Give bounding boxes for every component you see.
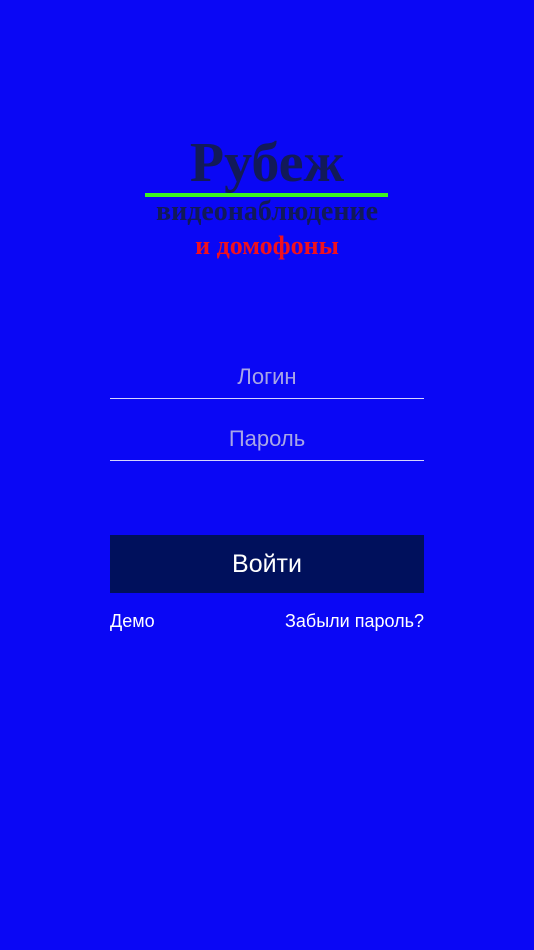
logo-title: Рубеж xyxy=(189,132,345,194)
login-input[interactable] xyxy=(110,355,424,399)
login-button[interactable]: Войти xyxy=(110,535,424,593)
demo-link[interactable]: Демо xyxy=(110,608,155,634)
logo: Рубеж видеонаблюдение и домофоны xyxy=(0,0,534,300)
forgot-password-link[interactable]: Забыли пароль? xyxy=(285,608,424,634)
logo-subtitle: видеонаблюдение xyxy=(155,196,379,227)
password-input[interactable] xyxy=(110,417,424,461)
logo-tagline: и домофоны xyxy=(195,231,339,260)
